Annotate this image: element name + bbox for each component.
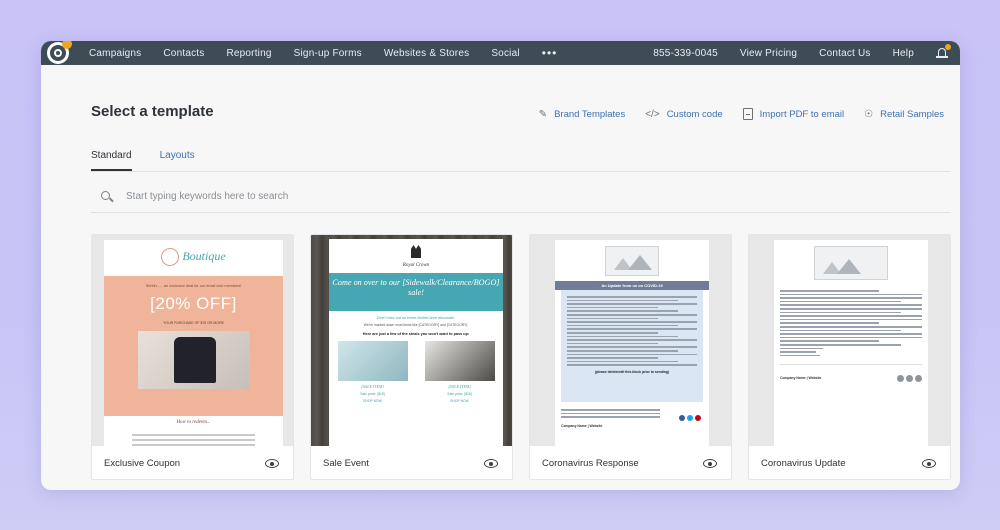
- page-title: Select a template: [91, 103, 214, 120]
- custom-code-link[interactable]: </> Custom code: [645, 109, 722, 120]
- image-placeholder-icon: [605, 246, 659, 276]
- nav-social[interactable]: Social: [491, 48, 519, 59]
- preview-brand: Boutique: [182, 248, 226, 263]
- preview-eye-icon[interactable]: [703, 459, 717, 468]
- preview-brand: Royal Crown: [402, 263, 430, 268]
- preview-callout: (please delete/edit this block prior to …: [594, 369, 670, 374]
- preview-intro: Shhhh...... an exclusive deal for our em…: [145, 284, 242, 288]
- twitter-icon: [687, 414, 693, 421]
- nav-view-pricing[interactable]: View Pricing: [740, 48, 797, 59]
- more-menu-icon[interactable]: •••: [542, 46, 558, 60]
- template-preview[interactable]: Company Name | Website: [749, 235, 950, 446]
- template-card-coronavirus-update[interactable]: Company Name | Website Coronavirus Updat…: [748, 234, 951, 480]
- preview-eye-icon[interactable]: [265, 459, 279, 468]
- preview-company: Company Name | Website: [561, 423, 603, 428]
- nav-signup-forms[interactable]: Sign-up Forms: [294, 48, 362, 59]
- template-card-coronavirus-response[interactable]: An Update from us on COVID-19 (please de…: [529, 234, 732, 480]
- tab-layouts[interactable]: Layouts: [160, 150, 195, 171]
- nav-help[interactable]: Help: [893, 48, 914, 59]
- preview-banner: An Update from us on COVID-19: [555, 281, 709, 290]
- preview-company: Company Name | Website: [780, 376, 822, 381]
- code-icon: </>: [645, 108, 660, 120]
- template-card-exclusive-coupon[interactable]: Boutique Shhhh...... an exclusive deal f…: [91, 234, 294, 480]
- template-card-title[interactable]: Coronavirus Response: [542, 458, 639, 469]
- retail-samples-link[interactable]: ☉ Retail Samples: [864, 109, 944, 120]
- template-card-title[interactable]: Sale Event: [323, 458, 369, 469]
- nav-campaigns[interactable]: Campaigns: [89, 48, 141, 59]
- search-input[interactable]: [126, 191, 526, 202]
- template-card-title[interactable]: Exclusive Coupon: [104, 458, 180, 469]
- nav-reporting[interactable]: Reporting: [226, 48, 271, 59]
- template-tabs: Standard Layouts: [91, 150, 223, 171]
- tab-standard[interactable]: Standard: [91, 150, 132, 171]
- search-bar: [91, 181, 950, 213]
- nav-phone[interactable]: 855-339-0045: [653, 48, 718, 59]
- twitter-icon: [906, 375, 913, 383]
- custom-code-label: Custom code: [666, 108, 723, 120]
- retail-samples-label: Retail Samples: [880, 108, 944, 120]
- logo-icon[interactable]: [47, 41, 72, 64]
- preview-eye-icon[interactable]: [484, 459, 498, 468]
- nav-websites-stores[interactable]: Websites & Stores: [384, 48, 469, 59]
- preview-steals: Here are just a few of the steals you wo…: [362, 332, 470, 336]
- instagram-icon: [915, 375, 922, 383]
- nav-contacts[interactable]: Contacts: [163, 48, 204, 59]
- brush-icon: ✎: [538, 108, 548, 120]
- template-card-sale-event[interactable]: Royal Crown Come on over to our [Sidewal…: [310, 234, 513, 480]
- notification-bell-icon[interactable]: [936, 44, 951, 59]
- search-icon: [101, 190, 114, 203]
- template-card-title[interactable]: Coronavirus Update: [761, 458, 846, 469]
- template-grid: Boutique Shhhh...... an exclusive deal f…: [91, 234, 960, 480]
- lightbulb-icon: ☉: [864, 108, 874, 120]
- template-actions: ✎ Brand Templates </> Custom code Import…: [519, 108, 944, 120]
- facebook-icon: [679, 414, 685, 421]
- preview-note: Don't miss out on these limited-time dis…: [376, 316, 456, 320]
- crown-logo-icon: [411, 245, 421, 258]
- template-preview[interactable]: An Update from us on COVID-19 (please de…: [530, 235, 731, 446]
- template-preview[interactable]: Royal Crown Come on over to our [Sidewal…: [311, 235, 512, 446]
- social-icons: [895, 369, 922, 387]
- tab-divider: [91, 171, 950, 172]
- brand-templates-link[interactable]: ✎ Brand Templates: [539, 109, 626, 120]
- import-pdf-link[interactable]: Import PDF to email: [742, 108, 845, 120]
- import-pdf-label: Import PDF to email: [759, 108, 845, 120]
- image-placeholder-icon: [814, 246, 888, 280]
- top-nav: Campaigns Contacts Reporting Sign-up For…: [41, 41, 960, 65]
- preview-subtext: YOUR PURCHASE OF $75 OR MORE: [163, 321, 224, 325]
- preview-product: [SALE ITEM] Sale price: [$15] SHOP NOW: [337, 341, 408, 403]
- template-preview[interactable]: Boutique Shhhh...... an exclusive deal f…: [92, 235, 293, 446]
- brand-logo-icon: [161, 248, 180, 266]
- nav-contact-us[interactable]: Contact Us: [819, 48, 870, 59]
- preview-eye-icon[interactable]: [922, 459, 936, 468]
- pinterest-icon: [695, 414, 701, 421]
- pdf-icon: [742, 108, 753, 120]
- brand-templates-label: Brand Templates: [554, 108, 626, 120]
- preview-line: We've marked down most items like [CATEG…: [363, 323, 469, 327]
- app-window: Campaigns Contacts Reporting Sign-up For…: [41, 41, 960, 490]
- preview-headline: Come on over to our [Sidewalk/Clearance/…: [329, 273, 503, 311]
- facebook-icon: [897, 375, 904, 383]
- preview-product: [SALE ITEM] Sale price: [$15] SHOP NOW: [424, 341, 495, 403]
- preview-offer: [20% OFF]: [150, 294, 237, 313]
- preview-photo: [137, 331, 250, 389]
